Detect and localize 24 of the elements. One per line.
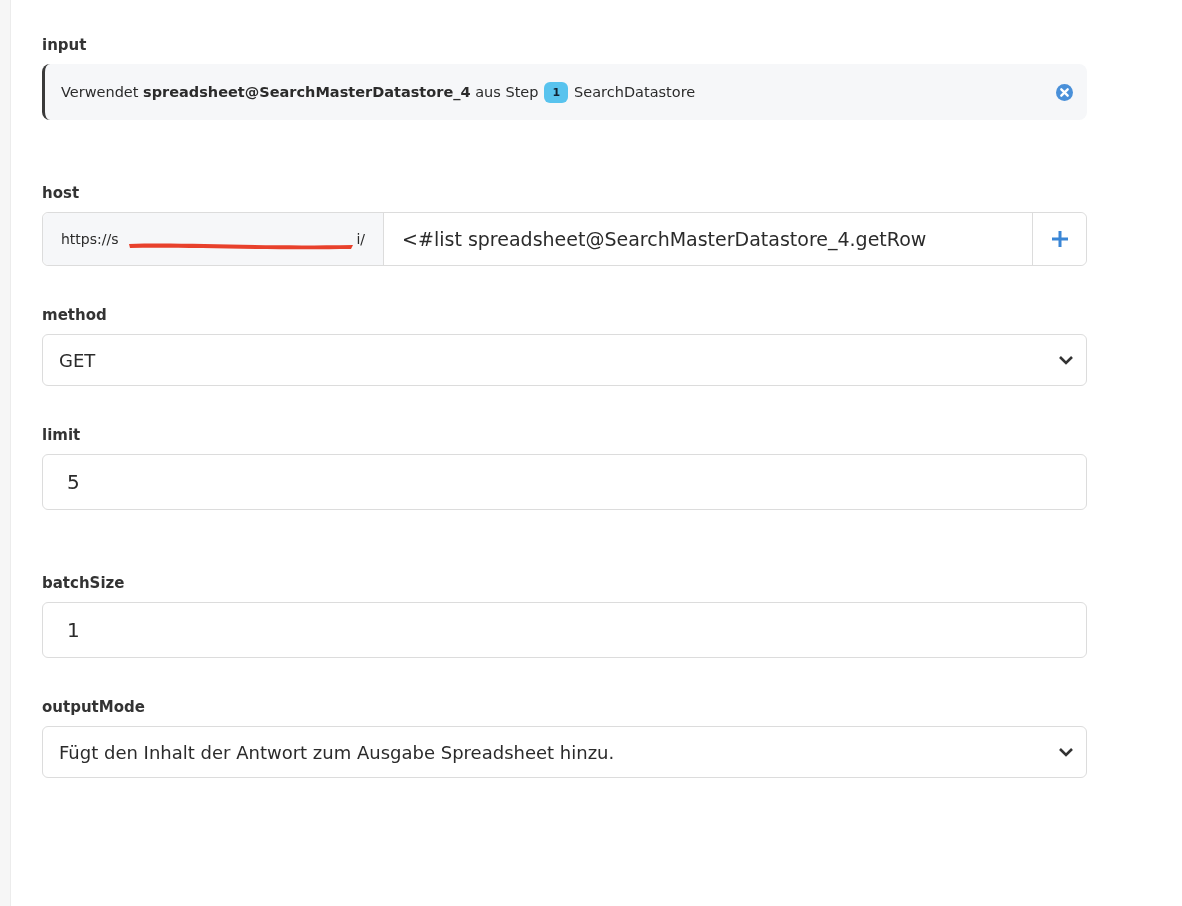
field-label: host	[42, 184, 81, 202]
select-field[interactable]: GET	[42, 334, 1087, 386]
field-label: batchSize	[42, 574, 126, 592]
field-label: input	[42, 36, 88, 54]
plus-icon	[1050, 230, 1069, 248]
text-field[interactable]: 5	[42, 454, 1087, 510]
add-button[interactable]	[1032, 213, 1086, 265]
reference-text: Verwendet spreadsheet@SearchMasterDatastore_4 aus Step	[61, 84, 539, 100]
close-icon[interactable]	[1056, 83, 1073, 101]
step-name: SearchDatastore	[574, 84, 696, 100]
chevron-down-icon	[1058, 355, 1074, 365]
chevron-down-icon	[1058, 747, 1074, 757]
url-prefix-end: i/	[356, 231, 366, 247]
step-number: 1	[544, 81, 569, 103]
host-value: <#list spreadsheet@SearchMasterDatastore_4.getRow	[401, 228, 928, 250]
text-field[interactable]: 1	[42, 602, 1087, 658]
field-label: outputMode	[42, 698, 146, 716]
field-label: limit	[42, 426, 82, 444]
host-field[interactable]: https://s i/ <#list spreadsheet@SearchMasterDatastore_4.getRow	[42, 212, 1087, 266]
field-label: method	[42, 306, 108, 324]
select-value: GET	[58, 349, 97, 371]
select-field[interactable]: Fügt den Inhalt der Antwort zum Ausgabe Spreadsheet hinzu.	[42, 726, 1087, 778]
select-value: Fügt den Inhalt der Antwort zum Ausgabe Spreadsheet hinzu.	[58, 741, 616, 763]
url-prefix-start: https://s	[61, 231, 119, 247]
